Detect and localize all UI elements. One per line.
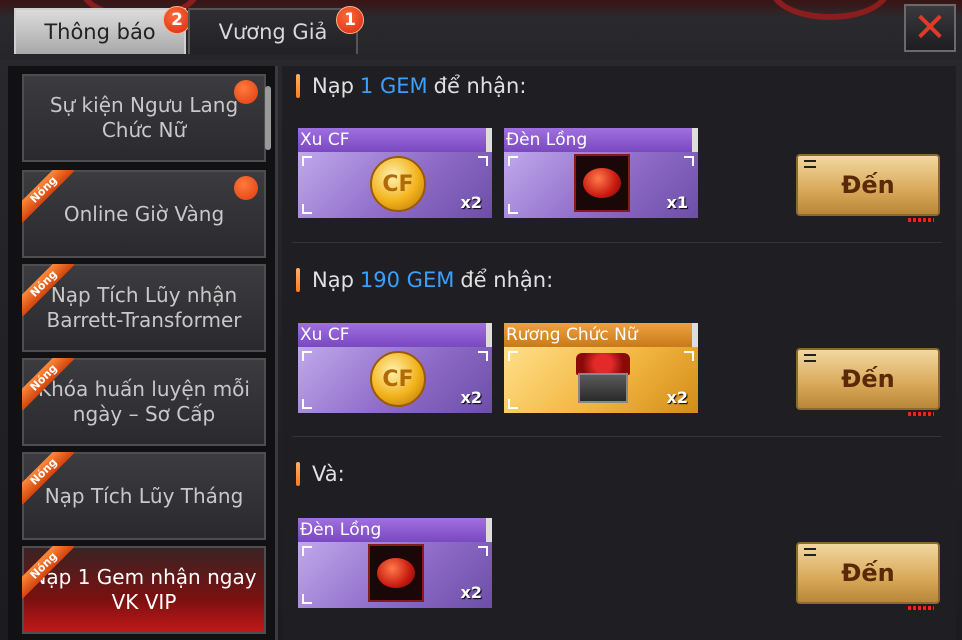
- reward-quantity: x2: [460, 388, 482, 407]
- sidebar-item-nguu-lang[interactable]: Sự kiện Ngưu Lang Chức Nữ: [22, 74, 266, 162]
- reward-card[interactable]: Đèn Lồng x2: [298, 518, 492, 610]
- tab-label: Thông báo: [44, 20, 156, 44]
- hot-ribbon: Nóng: [22, 264, 74, 316]
- led-strip: [908, 412, 934, 416]
- sidebar-item-label: Nạp Tích Lũy Tháng: [44, 483, 244, 508]
- tab-vuong-gia[interactable]: Vương Giả: [188, 8, 358, 54]
- led-strip: [908, 218, 934, 222]
- heading-bar: [296, 268, 300, 292]
- go-button[interactable]: Đến: [796, 154, 940, 222]
- notification-badge: 2: [163, 6, 191, 34]
- go-button-label: Đến: [841, 365, 895, 393]
- reward-title: Đèn Lồng: [504, 128, 698, 152]
- gem-amount: 1 GEM: [359, 74, 428, 98]
- event-window: Thông báo 2 Vương Giả 1 ✕ Sự kiện Ngưu L…: [0, 0, 962, 640]
- reward-card[interactable]: Xu CF CF x2: [298, 128, 492, 220]
- go-button-label: Đến: [841, 171, 895, 199]
- gem-amount: 190 GEM: [359, 268, 455, 292]
- reward-title: Rương Chức Nữ: [504, 323, 698, 347]
- sidebar-item-nap-1-gem-vk-vip[interactable]: Nóng Nạp 1 Gem nhận ngay VK VIP: [22, 546, 266, 634]
- sidebar-item-nap-tich-luy-thang[interactable]: Nóng Nạp Tích Lũy Tháng: [22, 452, 266, 540]
- reward-title: Đèn Lồng: [298, 518, 492, 542]
- section-heading: Nạp 190 GEM để nhận:: [296, 268, 553, 292]
- cf-coin-icon: CF: [370, 156, 426, 212]
- section-heading: Và:: [296, 462, 345, 486]
- reward-title: Xu CF: [298, 323, 492, 347]
- tab-label: Vương Giả: [218, 20, 328, 44]
- heading-bar: [296, 74, 300, 98]
- go-button[interactable]: Đến: [796, 542, 940, 610]
- reward-title: Xu CF: [298, 128, 492, 152]
- section-divider: [292, 436, 942, 437]
- event-content: Nạp 1 GEM để nhận: Xu CF CF x2 Đèn Lồng …: [282, 66, 956, 640]
- sidebar-item-khoa-huan-luyen[interactable]: Nóng Khóa huấn luyện mỗi ngày – Sơ Cấp: [22, 358, 266, 446]
- reward-card[interactable]: Đèn Lồng x1: [504, 128, 698, 220]
- notification-badge: 1: [336, 6, 364, 34]
- decor-ring-right: [770, 0, 890, 20]
- section-heading: Nạp 1 GEM để nhận:: [296, 74, 526, 98]
- hot-ribbon: Nóng: [22, 170, 74, 222]
- close-button[interactable]: ✕: [904, 4, 956, 52]
- menu-lines-icon: [804, 160, 816, 168]
- menu-lines-icon: [804, 548, 816, 556]
- new-dot-icon: [234, 80, 258, 104]
- event-sidebar[interactable]: Sự kiện Ngưu Lang Chức Nữ Nóng Online Gi…: [8, 66, 278, 640]
- top-bar: Thông báo 2 Vương Giả 1 ✕: [0, 0, 962, 60]
- go-button[interactable]: Đến: [796, 348, 940, 416]
- reward-quantity: x2: [460, 583, 482, 602]
- hot-ribbon: Nóng: [22, 546, 74, 598]
- sidebar-item-label: Sự kiện Ngưu Lang Chức Nữ: [49, 93, 239, 142]
- hot-ribbon: Nóng: [22, 452, 74, 504]
- lantern-icon: [368, 544, 424, 602]
- menu-lines-icon: [804, 354, 816, 362]
- reward-card[interactable]: Rương Chức Nữ x2: [504, 323, 698, 415]
- hot-ribbon: Nóng: [22, 358, 74, 410]
- cf-coin-icon: CF: [370, 351, 426, 407]
- close-icon: ✕: [913, 5, 947, 51]
- reward-quantity: x1: [666, 193, 688, 212]
- go-button-label: Đến: [841, 559, 895, 587]
- reward-quantity: x2: [460, 193, 482, 212]
- new-dot-icon: [234, 176, 258, 200]
- lantern-icon: [574, 154, 630, 212]
- reward-quantity: x2: [666, 388, 688, 407]
- sidebar-item-label: Online Giờ Vàng: [63, 201, 225, 226]
- reward-card[interactable]: Xu CF CF x2: [298, 323, 492, 415]
- tab-thong-bao[interactable]: Thông báo: [14, 8, 186, 54]
- heading-bar: [296, 462, 300, 486]
- section-divider: [292, 242, 942, 243]
- chest-icon: [574, 353, 632, 405]
- led-strip: [908, 606, 934, 610]
- sidebar-item-nap-tich-luy-barrett[interactable]: Nóng Nạp Tích Lũy nhận Barrett-Transform…: [22, 264, 266, 352]
- item-edge: [265, 86, 271, 150]
- sidebar-item-online-gio-vang[interactable]: Nóng Online Giờ Vàng: [22, 170, 266, 258]
